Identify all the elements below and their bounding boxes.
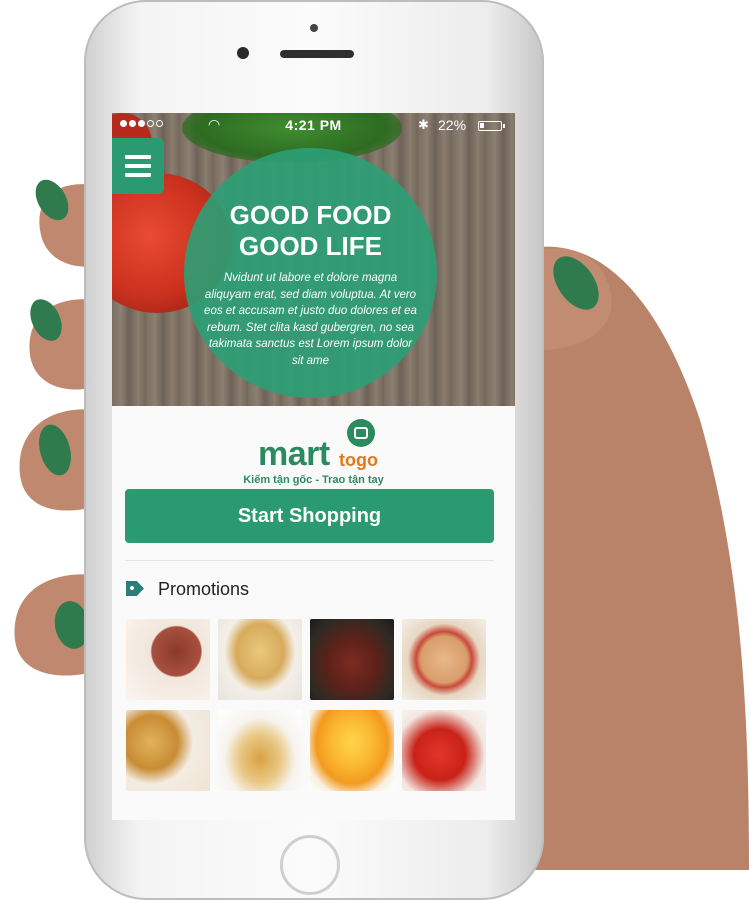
home-button[interactable] bbox=[280, 835, 340, 895]
promotions-header: Promotions bbox=[126, 576, 249, 602]
casserole-image[interactable] bbox=[218, 619, 302, 700]
menu-bar bbox=[125, 173, 151, 177]
tag-icon bbox=[126, 580, 148, 598]
hero-banner: ◠ 4:21 PM ✱ 22% GOOD FOOD GOOD LIFE Nvid… bbox=[112, 113, 515, 406]
roast-beef-image[interactable] bbox=[310, 619, 394, 700]
brand-logo: mart togo Kiếm tận gốc - Trao tận tay bbox=[112, 413, 515, 488]
hero-body-text: Nvidunt ut labore et dolore magna aliquy… bbox=[204, 272, 417, 367]
bluetooth-icon: ✱ bbox=[418, 117, 429, 132]
battery-percent: 22% bbox=[438, 117, 467, 133]
brand-name-main: mart bbox=[258, 435, 330, 473]
promotions-title: Promotions bbox=[158, 578, 250, 599]
hero-headline-line2: GOOD LIFE bbox=[239, 231, 382, 261]
brand-name-suffix: togo bbox=[339, 450, 378, 470]
brand-tagline: Kiếm tận gốc - Trao tận tay bbox=[243, 474, 384, 486]
menu-bar bbox=[125, 155, 151, 159]
shopping-bag-icon bbox=[347, 419, 375, 447]
app-screen: ◠ 4:21 PM ✱ 22% GOOD FOOD GOOD LIFE Nvid… bbox=[112, 113, 515, 820]
battery-icon bbox=[478, 121, 505, 131]
earpiece-speaker bbox=[280, 50, 354, 58]
battery-level bbox=[480, 123, 484, 128]
strawberries-image[interactable] bbox=[402, 710, 486, 791]
orange-juice-image[interactable] bbox=[310, 710, 394, 791]
tea-glass-image[interactable] bbox=[218, 710, 302, 791]
promotions-grid bbox=[126, 619, 496, 791]
hero-circle: GOOD FOOD GOOD LIFE Nvidunt ut labore et… bbox=[184, 148, 437, 398]
pizza-image[interactable] bbox=[402, 619, 486, 700]
sliced-meat-image[interactable] bbox=[126, 619, 210, 700]
menu-bar bbox=[125, 164, 151, 168]
status-bar: ◠ 4:21 PM ✱ 22% bbox=[112, 113, 515, 137]
hamburger-menu-button[interactable] bbox=[112, 138, 164, 194]
proximity-sensor bbox=[310, 24, 318, 32]
start-shopping-button[interactable]: Start Shopping bbox=[125, 489, 494, 543]
quiche-image[interactable] bbox=[126, 710, 210, 791]
hero-headline: GOOD FOOD GOOD LIFE bbox=[184, 200, 437, 262]
hero-headline-line1: GOOD FOOD bbox=[229, 200, 392, 230]
front-camera bbox=[237, 47, 249, 59]
section-divider bbox=[125, 560, 494, 561]
